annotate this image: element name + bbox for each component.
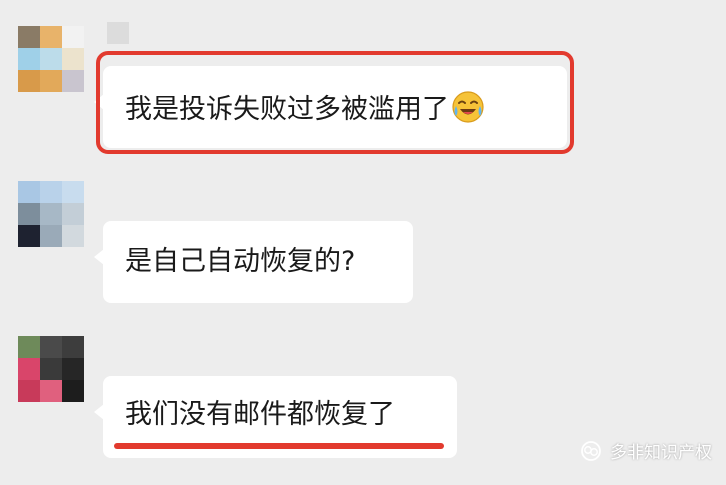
sender-name-redacted [107, 22, 129, 44]
wechat-official-account-icon [580, 440, 602, 462]
watermark: 多非知识产权 [580, 438, 712, 463]
highlight-box [96, 51, 574, 154]
message-text: 我们没有邮件都恢复了 [125, 399, 395, 430]
chat-bubble: 是自己自动恢复的? [94, 221, 413, 303]
watermark-text: 多非知识产权 [610, 443, 712, 463]
message-text: 是自己自动恢复的? [125, 246, 356, 277]
avatar[interactable] [18, 336, 84, 402]
avatar[interactable] [18, 26, 84, 92]
underline-mark [114, 443, 444, 449]
avatar[interactable] [18, 181, 84, 247]
